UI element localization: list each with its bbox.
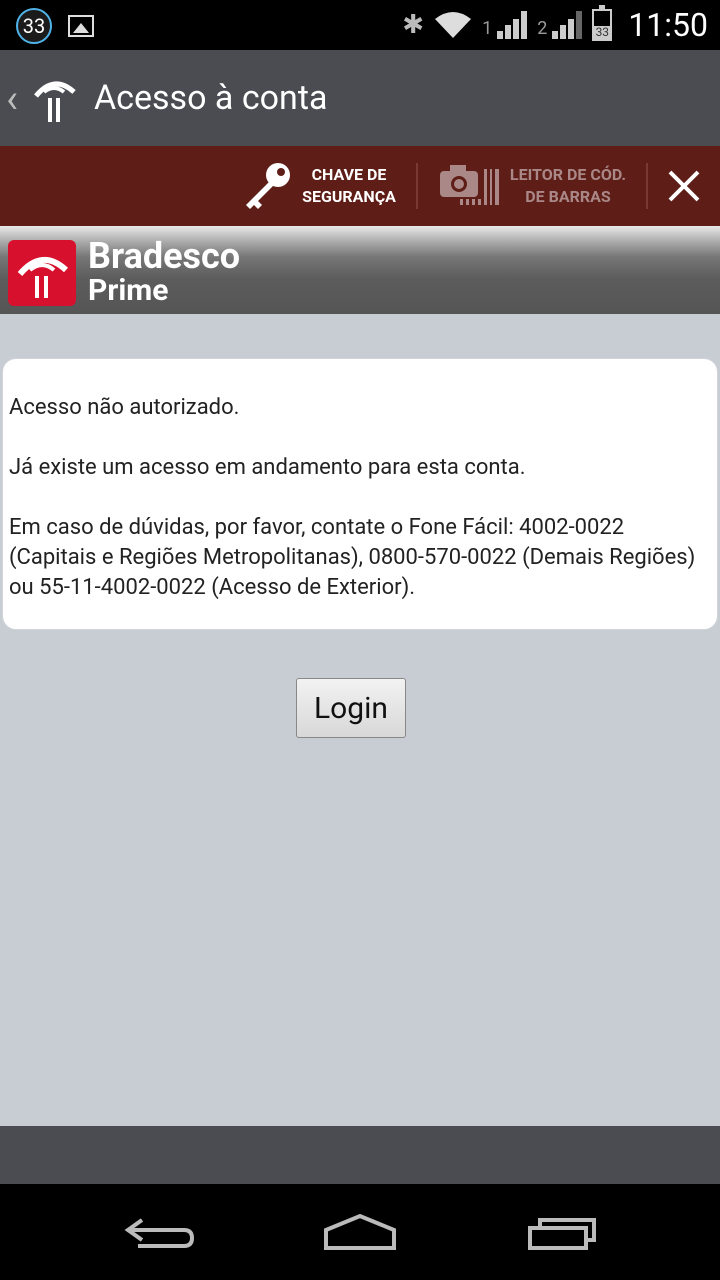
barcode-reader-button[interactable]: LEITOR DE CÓD. DE BARRAS (418, 146, 646, 226)
brand-subtitle: Prime (88, 273, 169, 308)
back-button[interactable] (122, 1208, 202, 1258)
close-button[interactable] (648, 146, 720, 226)
battery-level: 33 (595, 25, 610, 39)
image-notification-icon (68, 15, 94, 37)
barcode-label-line2: DE BARRAS (525, 187, 611, 206)
action-bar: ‹ Acesso à conta (0, 50, 720, 146)
brand-name: Bradesco (88, 235, 241, 277)
wifi-icon (434, 11, 472, 39)
security-key-button[interactable]: CHAVE DE SEGURANÇA (220, 146, 416, 226)
error-title: Acesso não autorizado. (9, 395, 240, 420)
security-key-label-line2: SEGURANÇA (302, 187, 396, 206)
recent-apps-icon (528, 1218, 596, 1250)
bluetooth-icon: ✱ (402, 10, 425, 40)
message-box: Acesso não autorizado. Já existe um aces… (2, 358, 718, 630)
page-title: Acesso à conta (94, 78, 328, 118)
signal-sim2-icon: 2 (537, 11, 583, 39)
login-button[interactable]: Login (296, 678, 406, 738)
notification-count-icon: 33 (16, 8, 52, 44)
bradesco-logo-icon (8, 240, 76, 306)
contact-info: Em caso de dúvidas, por favor, contate o… (9, 515, 696, 600)
bottom-bar (0, 1126, 720, 1184)
status-bar: 33 ✱ 1 2 33 11:50 (0, 0, 720, 50)
battery-icon: 33 (592, 5, 613, 41)
sim1-label: 1 (482, 18, 493, 39)
key-icon (246, 163, 291, 209)
security-key-label-line1: CHAVE DE (311, 165, 387, 184)
close-icon (668, 170, 700, 202)
recent-apps-button[interactable] (522, 1208, 602, 1258)
navigation-bar (0, 1184, 720, 1280)
back-chevron-icon[interactable]: ‹ (6, 75, 24, 122)
signal-sim1-icon: 1 (482, 11, 528, 39)
sim2-label: 2 (537, 18, 548, 39)
home-icon (324, 1213, 396, 1250)
camera-barcode-icon (439, 165, 499, 205)
toolbar: CHAVE DE SEGURANÇA LEITOR DE CÓD. DE BAR… (0, 146, 720, 226)
error-detail: Já existe um acesso em andamento para es… (9, 455, 526, 480)
bradesco-tree-icon[interactable] (30, 70, 78, 126)
back-arrow-icon (124, 1218, 195, 1248)
barcode-label-line1: LEITOR DE CÓD. (509, 165, 626, 184)
brand-banner: Bradesco Prime (0, 226, 720, 314)
clock: 11:50 (628, 6, 708, 44)
home-button[interactable] (320, 1208, 400, 1258)
